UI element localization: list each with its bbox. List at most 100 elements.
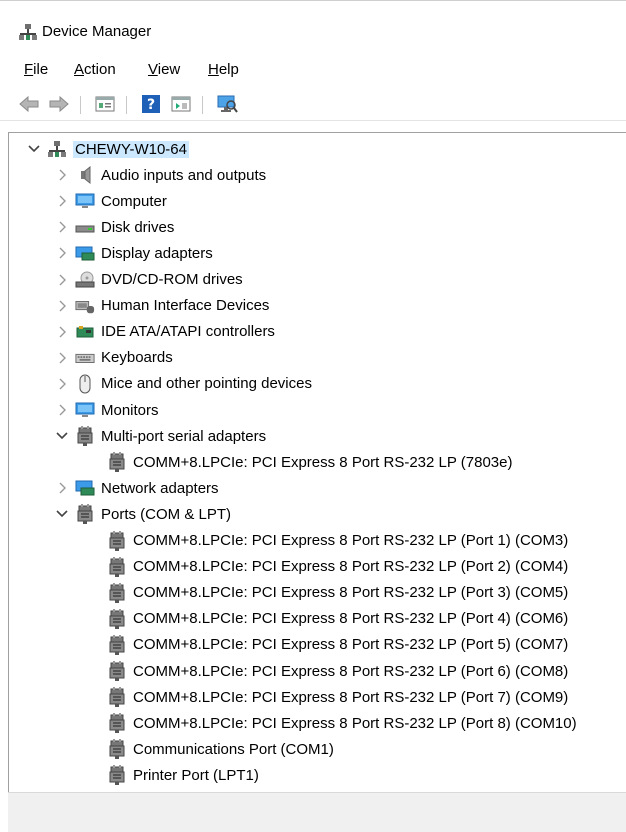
menu-bar: File Action View Help	[0, 56, 626, 86]
tree-category[interactable]: Audio inputs and outputs	[55, 163, 266, 187]
tree-item-label: COMM+8.LPCIe: PCI Express 8 Port RS-232 …	[133, 532, 569, 549]
help-icon[interactable]: ?	[140, 93, 162, 115]
chevron-right-icon[interactable]	[55, 220, 69, 234]
computer-root-icon	[47, 140, 67, 158]
tree-category[interactable]: Monitors	[55, 398, 159, 422]
menu-action[interactable]: Action	[72, 61, 118, 78]
chevron-down-icon[interactable]	[27, 142, 41, 156]
serial-port-icon	[107, 452, 127, 473]
tree-device[interactable]: Printer Port (LPT1)	[107, 763, 259, 787]
device-tree: CHEWY-W10-64 Audio inputs and outputs Comp…	[8, 132, 626, 793]
tree-item-label: Keyboards	[101, 349, 173, 367]
window-title: Device Manager	[42, 23, 152, 40]
speaker-icon	[75, 166, 95, 185]
tree-device[interactable]: Communications Port (COM1)	[107, 737, 334, 761]
tree-item-label: COMM+8.LPCIe: PCI Express 8 Port RS-232 …	[133, 688, 569, 706]
tree-category[interactable]: Keyboards	[55, 346, 173, 370]
tree-root[interactable]: CHEWY-W10-64	[27, 137, 189, 161]
tree-item-label: DVD/CD-ROM drives	[101, 271, 243, 288]
serial-port-icon	[107, 530, 127, 551]
chevron-right-icon[interactable]	[55, 246, 69, 260]
menu-label-rest: elp	[218, 61, 239, 78]
tree-item-label: COMM+8.LPCIe: PCI Express 8 Port RS-232 …	[133, 584, 569, 602]
tree-category[interactable]: Computer	[55, 189, 167, 213]
chevron-right-icon[interactable]	[55, 299, 69, 313]
tree-device[interactable]: COMM+8.LPCIe: PCI Express 8 Port RS-232 …	[107, 529, 568, 553]
tree-item-label: Communications Port (COM1)	[133, 740, 334, 758]
device-manager-window: Device Manager File Action View Help ? CHEW…	[0, 0, 626, 832]
menu-file[interactable]: File	[22, 61, 50, 78]
tree-category[interactable]: Display adapters	[55, 241, 213, 265]
tree-device[interactable]: COMM+8.LPCIe: PCI Express 8 Port RS-232 …	[107, 555, 568, 579]
chevron-right-icon[interactable]	[55, 194, 69, 208]
menu-view[interactable]: View	[146, 61, 182, 78]
tree-category[interactable]: Network adapters	[55, 476, 219, 500]
tree-category[interactable]: Human Interface Devices	[55, 294, 269, 318]
menu-help[interactable]: Help	[206, 61, 241, 78]
chevron-down-icon[interactable]	[55, 507, 69, 521]
serial-port-icon	[107, 634, 127, 655]
toolbar-separator	[202, 96, 203, 114]
tree-item-label: Human Interface Devices	[101, 297, 270, 315]
tree-device[interactable]: COMM+8.LPCIe: PCI Express 8 Port RS-232 …	[107, 685, 568, 709]
mouse-icon	[75, 374, 95, 394]
tree-category[interactable]: Disk drives	[55, 215, 174, 239]
disk-drive-icon	[75, 218, 95, 236]
menu-access-key: V	[148, 61, 158, 78]
serial-port-icon	[75, 426, 95, 447]
tree-item-label: COMM+8.LPCIe: PCI Express 8 Port RS-232 …	[133, 714, 577, 732]
chevron-right-icon[interactable]	[55, 403, 69, 417]
tree-category[interactable]: Multi-port serial adapters	[55, 424, 266, 448]
title-bar: Device Manager	[0, 0, 626, 57]
serial-port-icon	[107, 608, 127, 629]
back-arrow-icon[interactable]	[18, 93, 40, 115]
ide-controller-icon	[75, 323, 95, 341]
tree-item-label: Mice and other pointing devices	[101, 375, 312, 393]
menu-label-rest: iew	[157, 61, 181, 78]
chevron-right-icon[interactable]	[55, 273, 69, 287]
tree-item-label: Disk drives	[101, 218, 175, 236]
tree-item-label: COMM+8.LPCIe: PCI Express 8 Port RS-232 …	[133, 662, 569, 680]
tree-device[interactable]: COMM+8.LPCIe: PCI Express 8 Port RS-232 …	[107, 581, 568, 605]
tree-item-label: Ports (COM & LPT)	[101, 505, 232, 523]
chevron-right-icon[interactable]	[55, 325, 69, 339]
tree-item-label: Display adapters	[101, 244, 213, 262]
tree-category[interactable]: Ports (COM & LPT)	[55, 502, 231, 526]
tree-device[interactable]: COMM+8.LPCIe: PCI Express 8 Port RS-232 …	[107, 607, 568, 631]
tree-device[interactable]: COMM+8.LPCIe: PCI Express 8 Port RS-232 …	[107, 711, 577, 735]
network-adapter-icon	[75, 479, 95, 497]
monitor-icon	[75, 192, 95, 210]
display-adapter-icon	[75, 244, 95, 262]
tree-item-label: IDE ATA/ATAPI controllers	[101, 323, 275, 341]
chevron-right-icon[interactable]	[55, 481, 69, 495]
show-hidden-icon[interactable]	[170, 93, 192, 115]
tree-item-label: Network adapters	[101, 479, 219, 497]
serial-port-icon	[107, 713, 127, 734]
tree-device[interactable]: COMM+8.LPCIe: PCI Express 8 Port RS-232 …	[107, 450, 512, 474]
chevron-right-icon[interactable]	[55, 351, 69, 365]
monitor-icon	[75, 401, 95, 419]
properties-icon[interactable]	[94, 93, 116, 115]
tree-device[interactable]: COMM+8.LPCIe: PCI Express 8 Port RS-232 …	[107, 633, 568, 657]
tree-item-label: Computer	[101, 192, 167, 210]
tree-item-label: Multi-port serial adapters	[101, 427, 267, 445]
serial-port-icon	[75, 504, 95, 525]
keyboard-icon	[75, 349, 95, 367]
menu-access-key: H	[208, 61, 219, 78]
menu-access-key: A	[74, 61, 85, 78]
scan-hardware-icon[interactable]	[216, 93, 238, 115]
chevron-right-icon[interactable]	[55, 168, 69, 182]
tree-item-label: COMM+8.LPCIe: PCI Express 8 Port RS-232 …	[133, 610, 569, 628]
menu-access-key: F	[24, 61, 34, 78]
tree-category[interactable]: Mice and other pointing devices	[55, 372, 312, 396]
chevron-down-icon[interactable]	[55, 429, 69, 443]
tree-device[interactable]: COMM+8.LPCIe: PCI Express 8 Port RS-232 …	[107, 659, 568, 683]
tree-category[interactable]: DVD/CD-ROM drives	[55, 268, 243, 292]
toolbar-separator	[80, 96, 81, 114]
serial-port-icon	[107, 765, 127, 786]
serial-port-icon	[107, 687, 127, 708]
chevron-right-icon[interactable]	[55, 377, 69, 391]
tree-category[interactable]: IDE ATA/ATAPI controllers	[55, 320, 275, 344]
tree-root-label: CHEWY-W10-64	[73, 140, 189, 158]
forward-arrow-icon[interactable]	[48, 93, 70, 115]
